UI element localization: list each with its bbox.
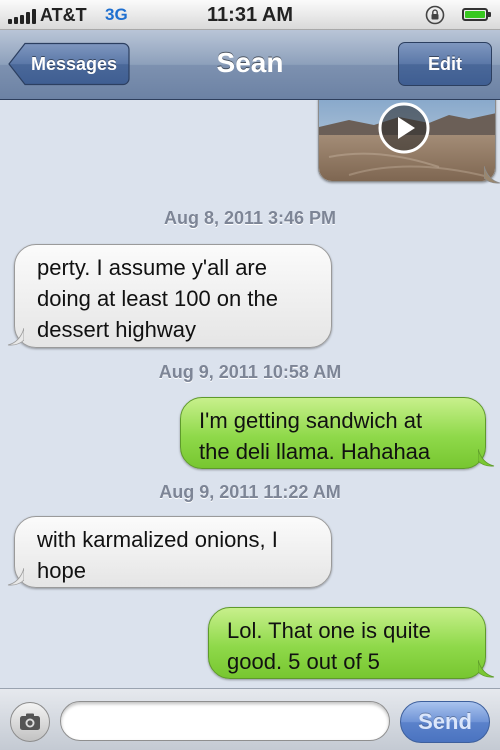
compose-bar: Send [0,688,500,750]
timestamp: Aug 8, 2011 3:46 PM [163,208,337,228]
outgoing-message[interactable]: Lol. That one is quite good. 5 out of 5 [208,607,486,679]
timestamp: Aug 9, 2011 11:22 AM [159,482,341,502]
back-button-label: Messages [30,54,118,74]
conversation-title: Sean [216,47,284,78]
edit-button[interactable]: Edit [398,42,492,86]
incoming-message[interactable]: with karmalized onions, I hope [14,516,332,588]
battery-icon [462,8,491,21]
rotation-lock-icon [425,5,445,25]
message-line: perty. I assume y'all are [37,255,267,280]
message-input[interactable] [60,701,390,741]
timestamp: Aug 9, 2011 10:58 AM [158,362,342,382]
incoming-bubble-tail [7,568,24,586]
message-line: with karmalized onions, I [37,527,278,552]
message-line: Lol. That one is quite [227,618,431,643]
outgoing-bubble-tail [478,660,495,678]
message-line: hope [37,558,86,583]
video-bubble-tail [484,166,500,184]
camera-icon [20,713,40,730]
message-line: doing at least 100 on the [37,286,278,311]
message-line: dessert highway [37,317,196,342]
send-button[interactable]: Send [400,701,490,743]
status-bar: AT&T 3G 11:31 AM [0,0,500,30]
camera-button[interactable] [10,702,50,742]
back-button[interactable]: Messages [8,42,130,86]
message-line: good. 5 out of 5 [227,649,380,674]
navigation-bar: Messages Sean Edit [0,30,500,100]
message-line: I'm getting sandwich at [199,408,423,433]
video-attachment[interactable] [318,100,496,182]
play-icon[interactable] [377,101,431,155]
outgoing-message[interactable]: I'm getting sandwich at the deli llama. … [180,397,486,469]
message-line: the deli llama. Hahahaa [199,439,431,464]
incoming-bubble-tail [7,328,24,346]
message-thread[interactable]: Aug 8, 2011 3:46 PM perty. I assume y'al… [0,100,500,688]
incoming-message[interactable]: perty. I assume y'all are doing at least… [14,244,332,348]
outgoing-bubble-tail [478,449,495,467]
battery-level [465,11,485,18]
